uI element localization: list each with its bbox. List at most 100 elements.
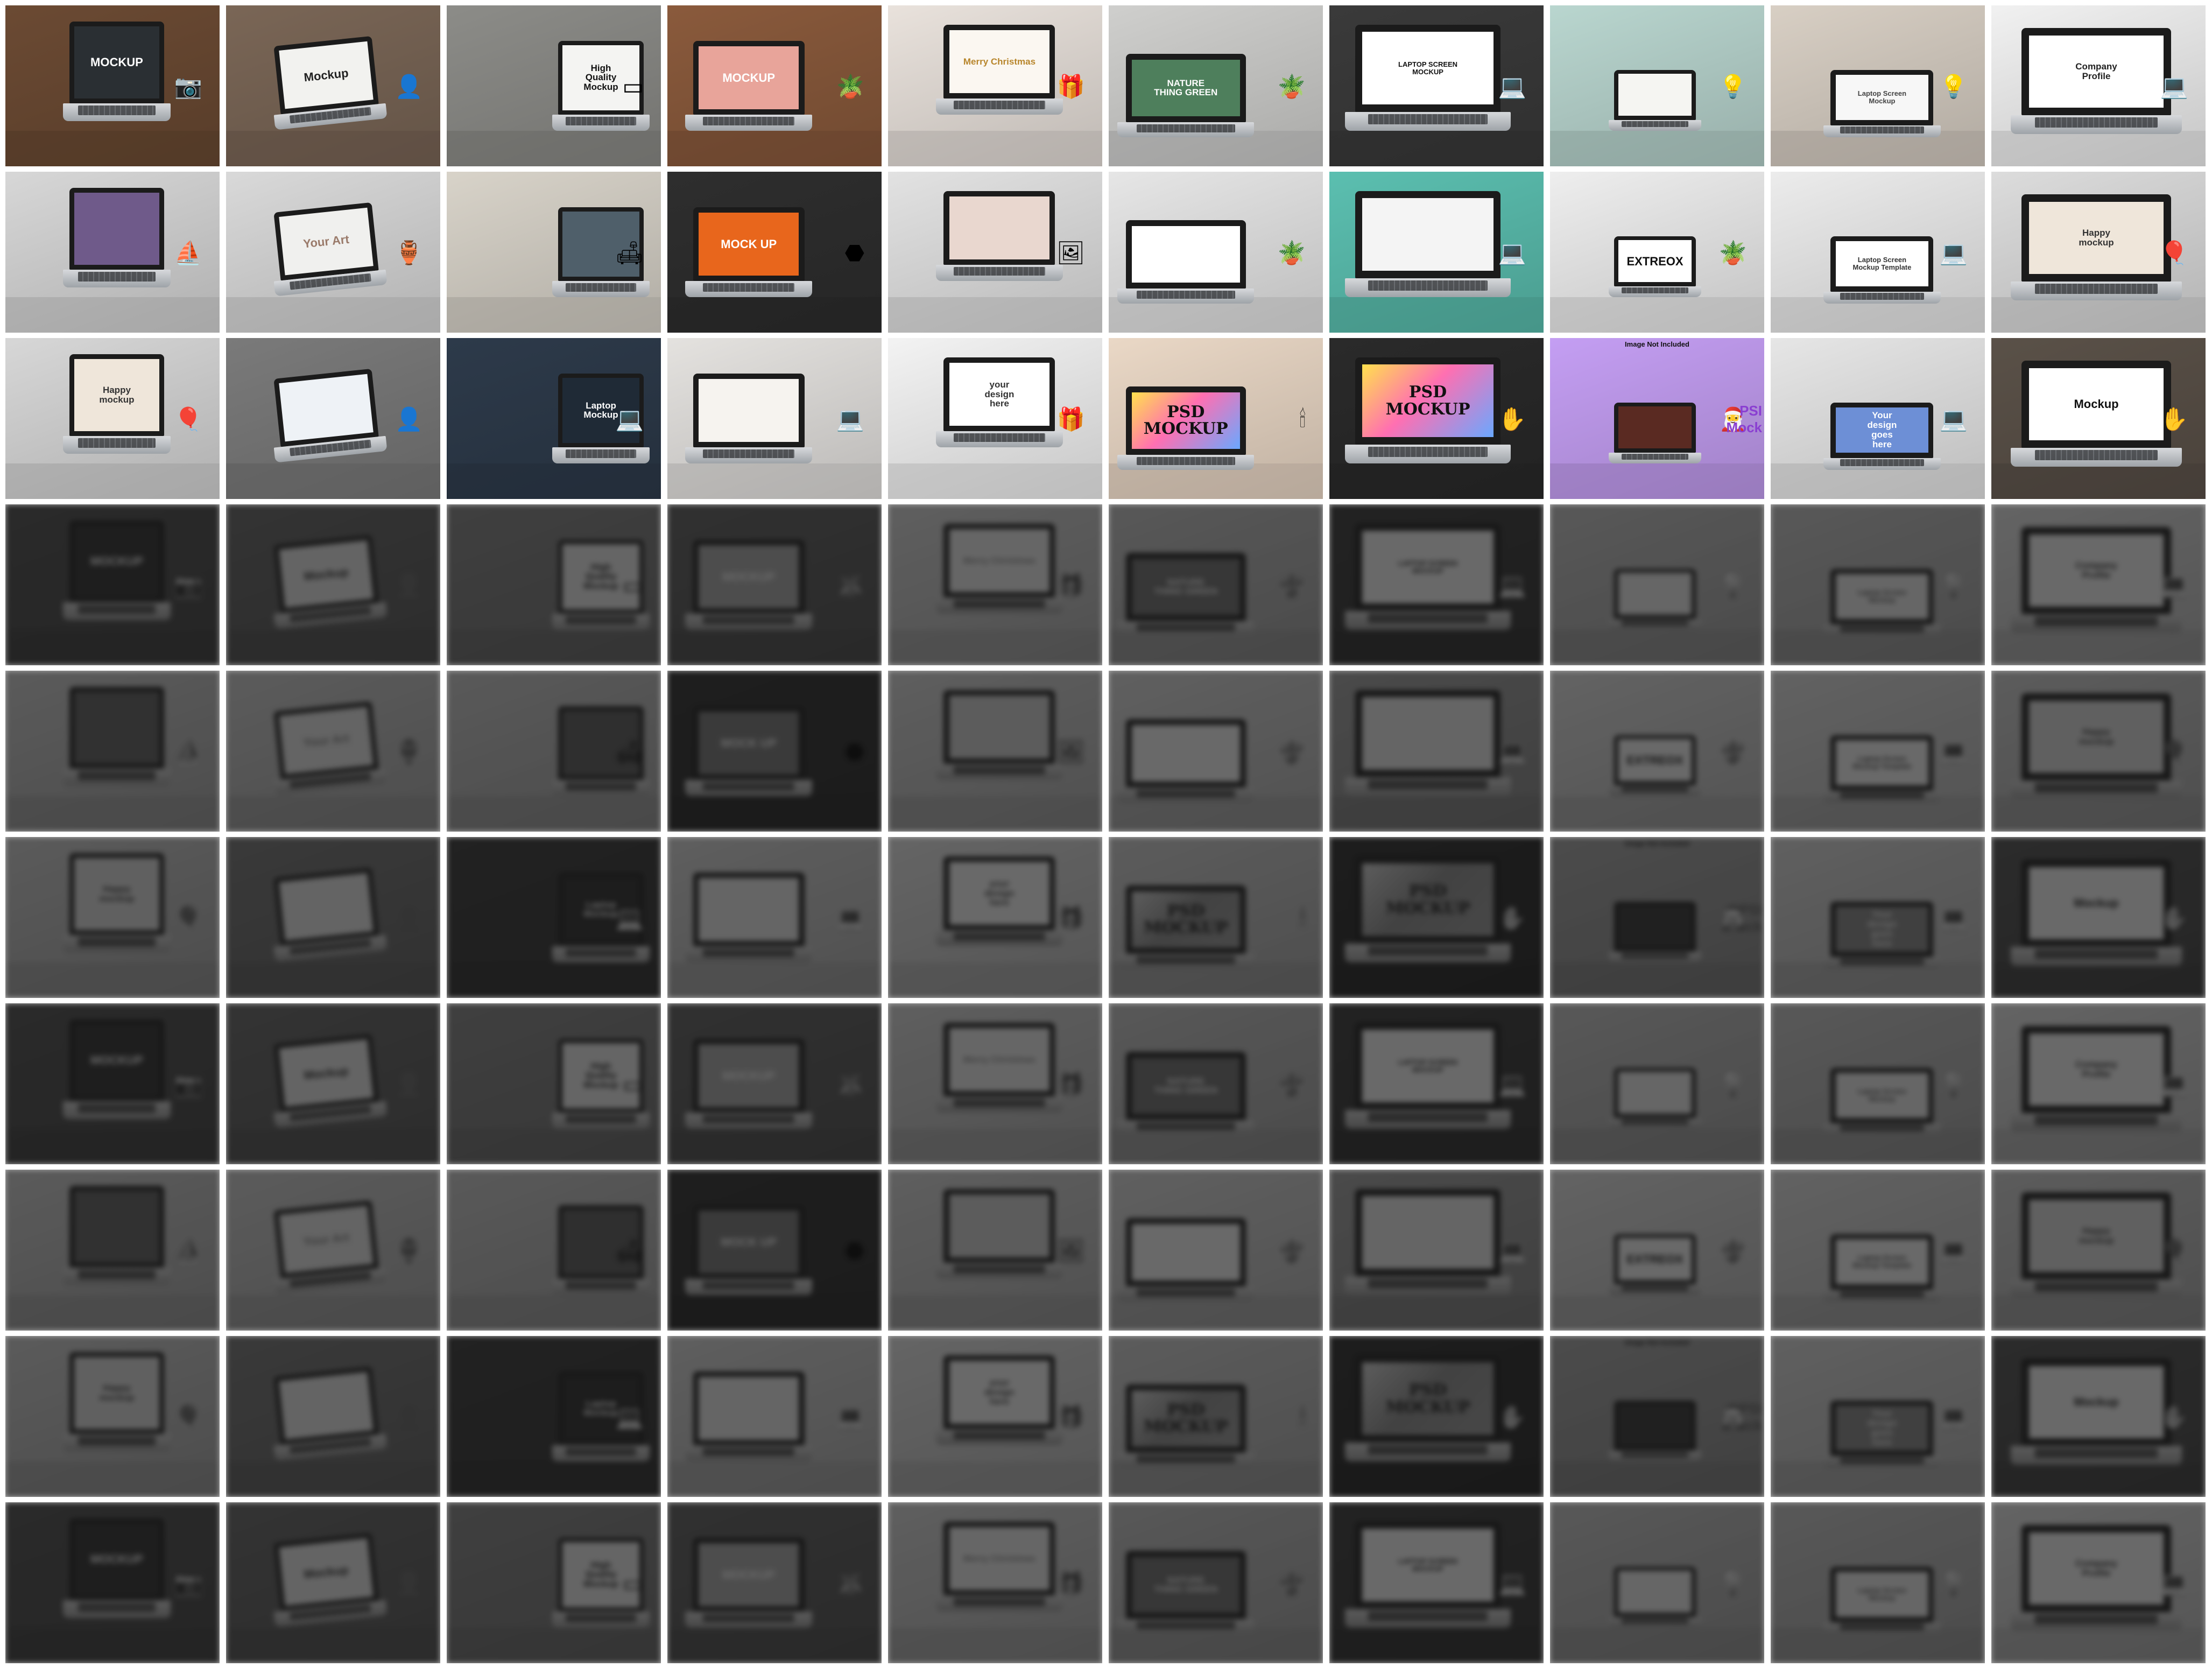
- mockup-thumbnail-your-design-here-blue[interactable]: Your design goes here 💻: [1771, 837, 1985, 998]
- mockup-thumbnail-merry-christmas[interactable]: Merry Christmas 🎁: [888, 504, 1102, 665]
- mockup-thumbnail-photo-screen[interactable]: 🖼: [888, 671, 1102, 832]
- mockup-thumbnail-merry-christmas[interactable]: Merry Christmas 🎁: [888, 5, 1102, 166]
- mockup-thumbnail-happy-mockup-1[interactable]: Happy mockup 🎈: [1991, 1170, 2206, 1331]
- mockup-thumbnail-your-design-here-blue[interactable]: Your design goes here 💻: [1771, 338, 1985, 499]
- mockup-thumbnail-laptop-screen-template[interactable]: Laptop Screen Mockup Template 💻: [1771, 671, 1985, 832]
- mockup-thumbnail-mockup-camera[interactable]: MOCKUP 📷: [5, 1502, 220, 1663]
- mockup-thumbnail-your-design-here[interactable]: your design here 🎁: [888, 338, 1102, 499]
- mockup-thumbnail-yellow-couch[interactable]: 🛋: [447, 671, 661, 832]
- mockup-thumbnail-laptop-screen-mockup[interactable]: LAPTOP SCREEN MOCKUP 💻: [1329, 1003, 1544, 1164]
- mockup-thumbnail-novel-mockup[interactable]: MOCKUP 🪴: [667, 1003, 882, 1164]
- mockup-thumbnail-laptop-screen-mockup-desk[interactable]: Laptop Screen Mockup 💡: [1771, 1502, 1985, 1663]
- mockup-thumbnail-mint-desk[interactable]: 💡: [1550, 1502, 1764, 1663]
- mockup-thumbnail-marble-desk[interactable]: 💻: [667, 338, 882, 499]
- mockup-thumbnail-your-art[interactable]: Your Art 🏺: [226, 172, 440, 333]
- mockup-thumbnail-high-quality-mockup[interactable]: High Quality Mockup ▭: [447, 5, 661, 166]
- mockup-thumbnail-sunset-screen[interactable]: ⛵: [5, 671, 220, 832]
- mockup-thumbnail-merry-christmas[interactable]: Merry Christmas 🎁: [888, 1502, 1102, 1663]
- mockup-thumbnail-your-design-here[interactable]: your design here 🎁: [888, 837, 1102, 998]
- mockup-thumbnail-yellow-couch[interactable]: 🛋: [447, 1170, 661, 1331]
- mockup-thumbnail-mint-desk[interactable]: 💡: [1550, 504, 1764, 665]
- mockup-thumbnail-psd-mockup-candle[interactable]: PSD MOCKUP 🕯: [1109, 338, 1323, 499]
- mockup-thumbnail-novel-mockup[interactable]: MOCKUP 🪴: [667, 1502, 882, 1663]
- mockup-thumbnail-laptop-screen-mockup[interactable]: LAPTOP SCREEN MOCKUP 💻: [1329, 5, 1544, 166]
- mockup-thumbnail-nature-thing-green[interactable]: NATURE THING GREEN 🪴: [1109, 1003, 1323, 1164]
- mockup-thumbnail-your-art[interactable]: Your Art 🏺: [226, 671, 440, 832]
- mockup-thumbnail-psd-mockup-typing[interactable]: PSD MOCKUP ✋: [1329, 837, 1544, 998]
- mockup-thumbnail-high-quality-mockup[interactable]: High Quality Mockup ▭: [447, 504, 661, 665]
- mockup-thumbnail-novel-mockup[interactable]: MOCKUP 🪴: [667, 504, 882, 665]
- mockup-thumbnail-shadow-desk[interactable]: 🪴: [1109, 671, 1323, 832]
- mockup-thumbnail-mockup-camera[interactable]: MOCKUP 📷: [5, 504, 220, 665]
- mockup-thumbnail-shadow-desk[interactable]: 🪴: [1109, 172, 1323, 333]
- mockup-thumbnail-teal-duo[interactable]: 💻: [1329, 1170, 1544, 1331]
- mockup-thumbnail-mint-desk[interactable]: 💡: [1550, 5, 1764, 166]
- mockup-thumbnail-photo-screen[interactable]: 🖼: [888, 172, 1102, 333]
- mockup-thumbnail-your-design-here[interactable]: your design here 🎁: [888, 1336, 1102, 1497]
- mockup-thumbnail-mock-up-rock[interactable]: MOCK UP ⬣: [667, 1170, 882, 1331]
- mockup-thumbnail-happy-mockup-1[interactable]: Happy mockup 🎈: [1991, 172, 2206, 333]
- mockup-thumbnail-your-design-here-blue[interactable]: Your design goes here 💻: [1771, 1336, 1985, 1497]
- mockup-thumbnail-psd-mockup-typing[interactable]: PSD MOCKUP ✋: [1329, 1336, 1544, 1497]
- mockup-thumbnail-extreox[interactable]: EXTREOX 🪴: [1550, 671, 1764, 832]
- mockup-thumbnail-company-profile[interactable]: Company Profile 💻: [1991, 1502, 2206, 1663]
- mockup-thumbnail-laptop-mockup-dark[interactable]: Laptop Mockup 💻: [447, 837, 661, 998]
- mockup-thumbnail-company-profile[interactable]: Company Profile 💻: [1991, 504, 2206, 665]
- mockup-thumbnail-mockup-lap-typing[interactable]: Mockup ✋: [1991, 1336, 2206, 1497]
- mockup-thumbnail-happy-mockup-2[interactable]: Happy mockup 🎈: [5, 1336, 220, 1497]
- mockup-thumbnail-mock-up-rock[interactable]: MOCK UP ⬣: [667, 172, 882, 333]
- mockup-thumbnail-laptop-screen-template[interactable]: Laptop Screen Mockup Template 💻: [1771, 1170, 1985, 1331]
- mockup-thumbnail-laptop-screen-mockup-desk[interactable]: Laptop Screen Mockup 💡: [1771, 5, 1985, 166]
- mockup-thumbnail-extreox[interactable]: EXTREOX 🪴: [1550, 172, 1764, 333]
- mockup-thumbnail-happy-mockup-2[interactable]: Happy mockup 🎈: [5, 338, 220, 499]
- mockup-thumbnail-merry-christmas[interactable]: Merry Christmas 🎁: [888, 1003, 1102, 1164]
- mockup-thumbnail-teal-duo[interactable]: 💻: [1329, 671, 1544, 832]
- mockup-thumbnail-nature-thing-green[interactable]: NATURE THING GREEN 🪴: [1109, 504, 1323, 665]
- mockup-thumbnail-image-not-included[interactable]: 🎅 Image Not Included PSI Mock: [1550, 338, 1764, 499]
- mockup-thumbnail-nature-thing-green[interactable]: NATURE THING GREEN 🪴: [1109, 1502, 1323, 1663]
- mockup-thumbnail-laptop-mockup-dark[interactable]: Laptop Mockup 💻: [447, 338, 661, 499]
- mockup-thumbnail-marble-desk[interactable]: 💻: [667, 837, 882, 998]
- mockup-thumbnail-high-quality-mockup[interactable]: High Quality Mockup ▭: [447, 1502, 661, 1663]
- mockup-thumbnail-mint-desk[interactable]: 💡: [1550, 1003, 1764, 1164]
- mockup-thumbnail-extreox[interactable]: EXTREOX 🪴: [1550, 1170, 1764, 1331]
- mockup-thumbnail-your-art[interactable]: Your Art 🏺: [226, 1170, 440, 1331]
- mockup-thumbnail-laptop-mockup-dark[interactable]: Laptop Mockup 💻: [447, 1336, 661, 1497]
- mockup-thumbnail-photo-screen[interactable]: 🖼: [888, 1170, 1102, 1331]
- mockup-thumbnail-mockup-lap-typing[interactable]: Mockup ✋: [1991, 837, 2206, 998]
- mockup-thumbnail-sunset-screen[interactable]: ⛵: [5, 1170, 220, 1331]
- mockup-thumbnail-mockup-couch[interactable]: Mockup 👤: [226, 1502, 440, 1663]
- mockup-thumbnail-shadow-desk[interactable]: 🪴: [1109, 1170, 1323, 1331]
- mockup-thumbnail-company-profile[interactable]: Company Profile 💻: [1991, 5, 2206, 166]
- mockup-thumbnail-company-profile[interactable]: Company Profile 💻: [1991, 1003, 2206, 1164]
- mockup-thumbnail-mockup-couch[interactable]: Mockup 👤: [226, 504, 440, 665]
- mockup-thumbnail-laptop-screen-mockup[interactable]: LAPTOP SCREEN MOCKUP 💻: [1329, 504, 1544, 665]
- mockup-thumbnail-mockup-lap-typing[interactable]: Mockup ✋: [1991, 338, 2206, 499]
- mockup-thumbnail-marble-desk[interactable]: 💻: [667, 1336, 882, 1497]
- mockup-thumbnail-mockup-camera[interactable]: MOCKUP 📷: [5, 5, 220, 166]
- mockup-thumbnail-psd-mockup-candle[interactable]: PSD MOCKUP 🕯: [1109, 837, 1323, 998]
- mockup-thumbnail-mockup-camera[interactable]: MOCKUP 📷: [5, 1003, 220, 1164]
- mockup-thumbnail-teal-duo[interactable]: 💻: [1329, 172, 1544, 333]
- mockup-thumbnail-psd-mockup-typing[interactable]: PSD MOCKUP ✋: [1329, 338, 1544, 499]
- mockup-thumbnail-nature-thing-green[interactable]: NATURE THING GREEN 🪴: [1109, 5, 1323, 166]
- mockup-thumbnail-lap-user[interactable]: 👤: [226, 1336, 440, 1497]
- mockup-thumbnail-sunset-screen[interactable]: ⛵: [5, 172, 220, 333]
- mockup-thumbnail-image-not-included[interactable]: 🎅 Image Not Included PSI Mock: [1550, 1336, 1764, 1497]
- mockup-thumbnail-lap-user[interactable]: 👤: [226, 338, 440, 499]
- mockup-thumbnail-mockup-couch[interactable]: Mockup 👤: [226, 5, 440, 166]
- mockup-thumbnail-lap-user[interactable]: 👤: [226, 837, 440, 998]
- mockup-thumbnail-image-not-included[interactable]: 🎅 Image Not Included PSI Mock: [1550, 837, 1764, 998]
- mockup-thumbnail-laptop-screen-mockup-desk[interactable]: Laptop Screen Mockup 💡: [1771, 504, 1985, 665]
- mockup-thumbnail-psd-mockup-candle[interactable]: PSD MOCKUP 🕯: [1109, 1336, 1323, 1497]
- mockup-thumbnail-mock-up-rock[interactable]: MOCK UP ⬣: [667, 671, 882, 832]
- mockup-thumbnail-happy-mockup-1[interactable]: Happy mockup 🎈: [1991, 671, 2206, 832]
- mockup-thumbnail-high-quality-mockup[interactable]: High Quality Mockup ▭: [447, 1003, 661, 1164]
- mockup-thumbnail-laptop-screen-mockup-desk[interactable]: Laptop Screen Mockup 💡: [1771, 1003, 1985, 1164]
- mockup-thumbnail-mockup-couch[interactable]: Mockup 👤: [226, 1003, 440, 1164]
- mockup-thumbnail-laptop-screen-mockup[interactable]: LAPTOP SCREEN MOCKUP 💻: [1329, 1502, 1544, 1663]
- mockup-thumbnail-happy-mockup-2[interactable]: Happy mockup 🎈: [5, 837, 220, 998]
- mockup-thumbnail-yellow-couch[interactable]: 🛋: [447, 172, 661, 333]
- mockup-thumbnail-laptop-screen-template[interactable]: Laptop Screen Mockup Template 💻: [1771, 172, 1985, 333]
- mockup-thumbnail-novel-mockup[interactable]: MOCKUP 🪴: [667, 5, 882, 166]
